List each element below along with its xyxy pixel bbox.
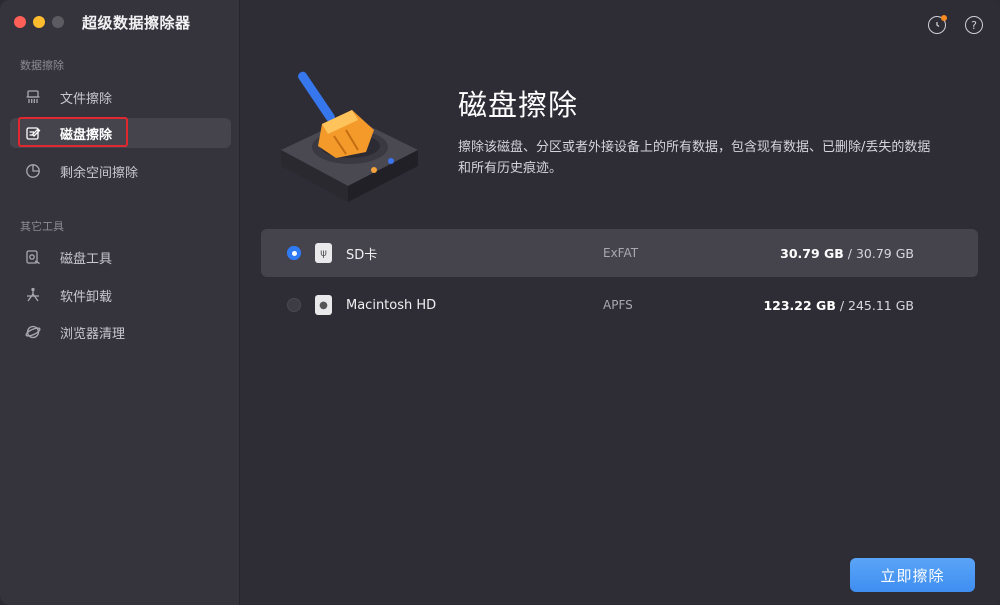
sidebar-item-browser-clean[interactable]: 浏览器清理 — [10, 317, 231, 347]
disk-used: 123.22 GB — [763, 297, 836, 313]
apple-drive-icon: ● — [315, 295, 332, 315]
browser-icon — [24, 323, 42, 341]
help-icon[interactable]: ? — [965, 16, 983, 34]
active-item-highlight — [18, 117, 128, 147]
pie-chart-icon — [24, 162, 42, 180]
app-title: 超级数据擦除器 — [82, 14, 191, 32]
app-window: 超级数据擦除器 数据擦除 文件擦除 磁盘擦除 剩余空间擦除 其它工具 磁盘工具 … — [0, 0, 1000, 605]
help-glyph: ? — [971, 18, 977, 32]
sidebar-item-label: 磁盘工具 — [60, 251, 113, 267]
sidebar-item-file-erase[interactable]: 文件擦除 — [10, 82, 231, 112]
notification-dot — [941, 15, 947, 21]
disk-tool-icon — [24, 248, 42, 266]
sidebar-item-label: 浏览器清理 — [60, 326, 126, 342]
sidebar-item-disk-tools[interactable]: 磁盘工具 — [10, 242, 231, 272]
section-label-erase: 数据擦除 — [20, 59, 64, 72]
disk-row-sd-card[interactable]: ψ SD卡 ExFAT 30.79 GB / 30.79 GB — [261, 229, 978, 277]
shredder-icon — [24, 88, 42, 106]
disk-radio-unselected[interactable] — [287, 298, 301, 312]
disk-broom-illustration — [281, 71, 418, 202]
sidebar-item-free-space-erase[interactable]: 剩余空间擦除 — [10, 156, 231, 186]
disk-row-macintosh-hd[interactable]: ● Macintosh HD APFS 123.22 GB / 245.11 G… — [261, 281, 978, 329]
disk-total: / 30.79 GB — [843, 245, 914, 261]
disk-filesystem: APFS — [603, 298, 633, 312]
disk-used: 30.79 GB — [780, 245, 844, 261]
sidebar-item-label: 软件卸载 — [60, 289, 113, 305]
close-window-button[interactable] — [14, 16, 26, 28]
sidebar-item-uninstall[interactable]: 软件卸载 — [10, 280, 231, 310]
disk-name: SD卡 — [346, 247, 378, 263]
zoom-window-button[interactable] — [52, 16, 64, 28]
disk-filesystem: ExFAT — [603, 246, 639, 260]
window-controls — [14, 16, 64, 28]
page-description: 擦除该磁盘、分区或者外接设备上的所有数据，包含现有数据、已删除/丢失的数据和所有… — [458, 140, 931, 176]
sidebar-item-label: 文件擦除 — [60, 91, 113, 107]
minimize-window-button[interactable] — [33, 16, 45, 28]
disk-radio-selected[interactable] — [287, 246, 301, 260]
disk-name: Macintosh HD — [346, 297, 437, 313]
disk-size: 123.22 GB / 245.11 GB — [763, 298, 914, 313]
disk-size: 30.79 GB / 30.79 GB — [780, 246, 914, 261]
page-title: 磁盘擦除 — [458, 88, 579, 122]
section-label-tools: 其它工具 — [20, 220, 64, 233]
disk-total: / 245.11 GB — [835, 297, 914, 313]
usb-drive-icon: ψ — [315, 243, 332, 263]
uninstall-icon — [24, 286, 42, 304]
erase-now-button[interactable]: 立即擦除 — [850, 558, 975, 592]
history-icon[interactable] — [928, 15, 947, 34]
sidebar-item-label: 剩余空间擦除 — [60, 165, 139, 181]
sidebar: 超级数据擦除器 数据擦除 文件擦除 磁盘擦除 剩余空间擦除 其它工具 磁盘工具 … — [0, 0, 240, 605]
